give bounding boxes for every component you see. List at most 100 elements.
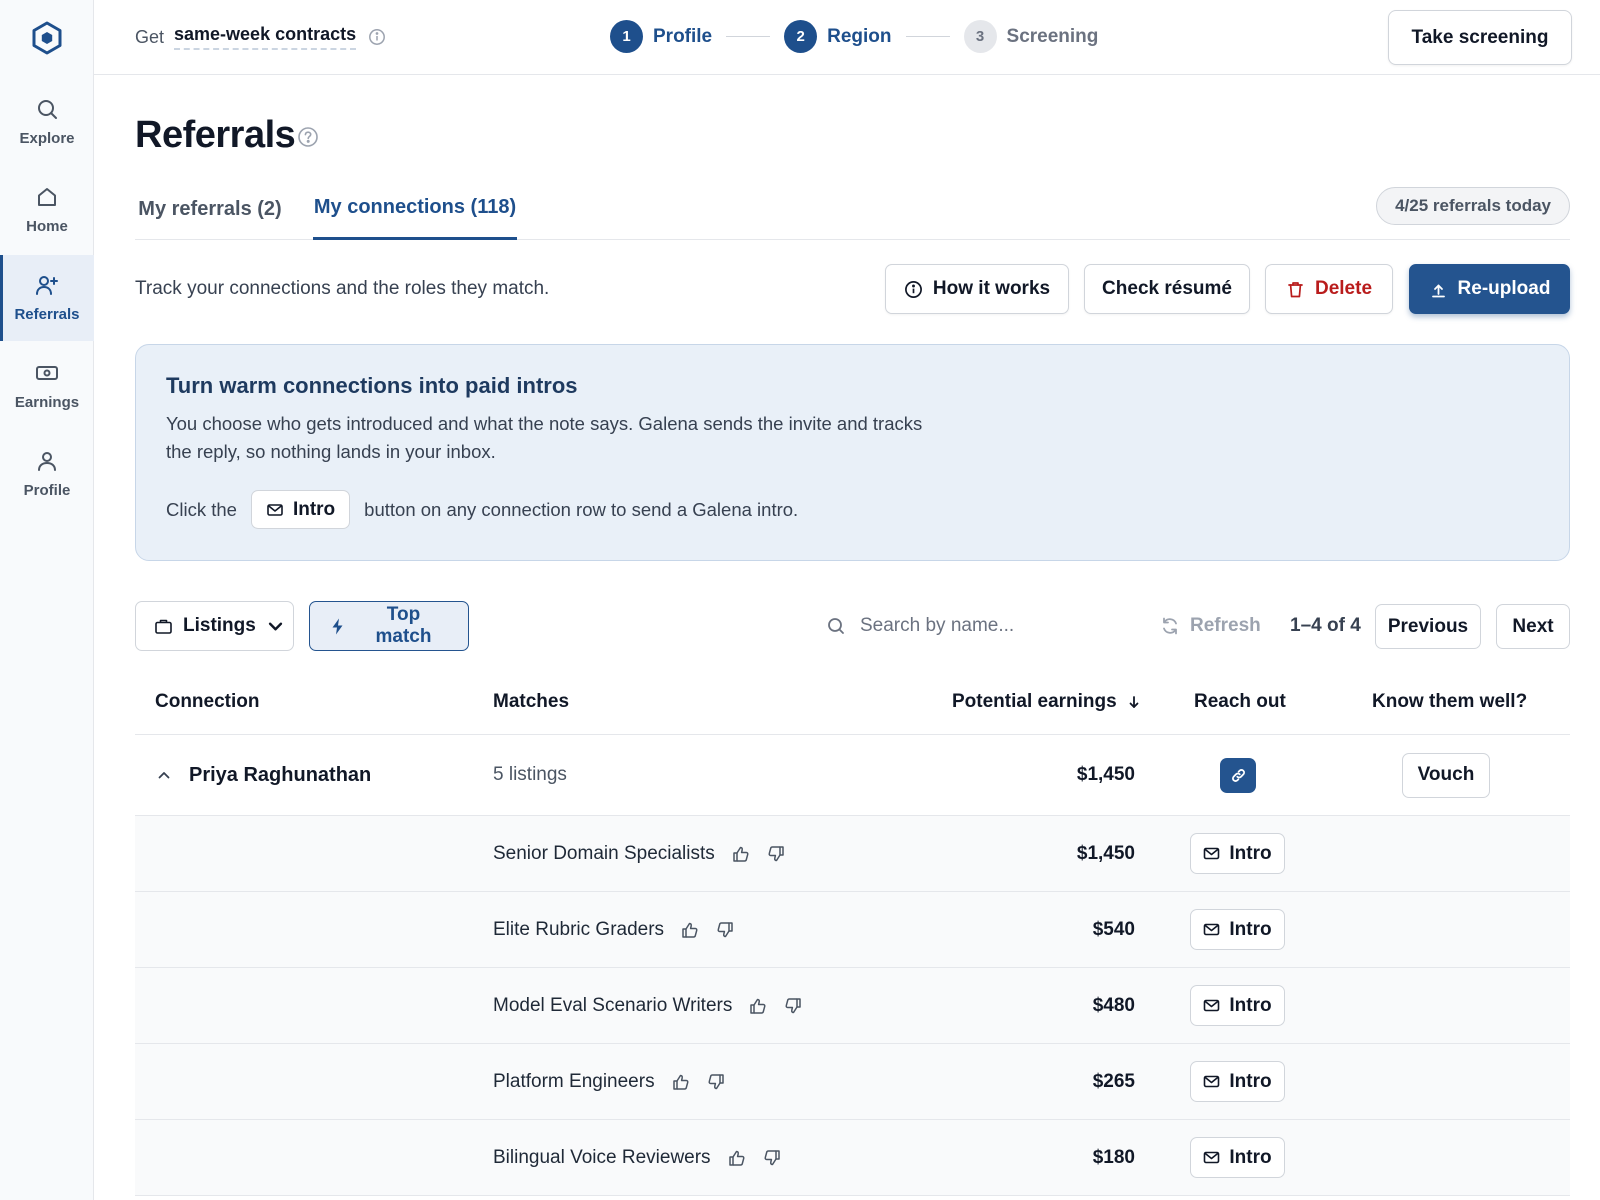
thumbs-down-icon[interactable] bbox=[767, 845, 785, 863]
connection-name[interactable]: Priya Raghunathan bbox=[189, 764, 371, 787]
hexagon-logo-icon[interactable] bbox=[30, 21, 64, 55]
mail-icon bbox=[1203, 921, 1220, 938]
thumbs-down-icon[interactable] bbox=[707, 1073, 725, 1091]
nav-label: Referrals bbox=[14, 306, 80, 323]
previous-page-button[interactable]: Previous bbox=[1375, 604, 1481, 649]
nav-label: Profile bbox=[23, 482, 71, 499]
listing-title: Model Eval Scenario Writers bbox=[493, 994, 733, 1016]
help-circle-icon[interactable] bbox=[297, 126, 319, 148]
step-number: 2 bbox=[784, 20, 818, 53]
step-connector bbox=[905, 36, 950, 37]
toggle-label: Top match bbox=[375, 604, 432, 647]
onboarding-stepper: 1 Profile 2 Region 3 Screening bbox=[610, 20, 1098, 53]
table-row: Platform Engineers $265 Intro bbox=[135, 1044, 1570, 1120]
thumbs-down-icon[interactable] bbox=[763, 1149, 781, 1167]
step-region[interactable]: 2 Region bbox=[784, 20, 892, 53]
potential-earnings: $1,450 bbox=[1076, 842, 1135, 864]
lightning-icon bbox=[328, 617, 347, 636]
mail-icon bbox=[1203, 845, 1220, 862]
reach-out-cell bbox=[1220, 735, 1256, 815]
user-icon bbox=[35, 449, 59, 473]
top-match-toggle[interactable]: Top match bbox=[309, 601, 469, 651]
listing-cell: Senior Domain Specialists bbox=[493, 816, 785, 891]
tab-my-connections[interactable]: My connections (118) bbox=[313, 178, 517, 240]
delete-button[interactable]: Delete bbox=[1265, 264, 1393, 314]
instruction-suffix: button on any connection row to send a G… bbox=[364, 498, 799, 520]
button-label: Re-upload bbox=[1457, 278, 1551, 299]
table-row: Senior Domain Specialists $1,450 Intro bbox=[135, 816, 1570, 892]
intro-button[interactable]: Intro bbox=[1190, 985, 1285, 1026]
briefcase-icon bbox=[154, 617, 173, 636]
potential-earnings: $480 bbox=[1092, 994, 1135, 1016]
connection-cell: Priya Raghunathan bbox=[156, 735, 371, 815]
listing-title: Platform Engineers bbox=[493, 1070, 655, 1092]
home-icon bbox=[35, 185, 59, 209]
intro-button[interactable]: Intro bbox=[1190, 1137, 1285, 1178]
next-page-button[interactable]: Next bbox=[1496, 604, 1570, 649]
banner-title: Turn warm connections into paid intros bbox=[166, 373, 578, 398]
refresh-button[interactable]: Refresh bbox=[1160, 601, 1261, 651]
intro-button[interactable]: Intro bbox=[1190, 1061, 1285, 1102]
take-screening-button[interactable]: Take screening bbox=[1388, 10, 1572, 65]
intro-button[interactable]: Intro bbox=[1190, 909, 1285, 950]
button-label: Intro bbox=[1229, 1146, 1272, 1168]
step-label: Screening bbox=[1006, 25, 1099, 47]
sidebar: Explore Home Referrals Earnings Profile bbox=[0, 0, 94, 1200]
info-icon bbox=[904, 280, 923, 299]
button-label: Delete bbox=[1314, 278, 1373, 299]
banner-instruction: Click the Intro button on any connection… bbox=[166, 490, 798, 529]
nav-item-profile[interactable]: Profile bbox=[0, 431, 94, 517]
potential-earnings: $180 bbox=[1092, 1146, 1135, 1168]
reach-out-cell: Intro bbox=[1190, 816, 1285, 891]
nav-item-earnings[interactable]: Earnings bbox=[0, 343, 94, 429]
column-connection[interactable]: Connection bbox=[155, 669, 260, 735]
thumbs-up-icon[interactable] bbox=[672, 1073, 690, 1091]
table-row: Elite Rubric Graders $540 Intro bbox=[135, 892, 1570, 968]
step-label: Profile bbox=[653, 25, 713, 47]
page-subtitle: Track your connections and the roles the… bbox=[135, 278, 550, 299]
thumbs-up-icon[interactable] bbox=[728, 1149, 746, 1167]
promo-highlight[interactable]: same-week contracts bbox=[174, 24, 357, 50]
mail-icon bbox=[1203, 997, 1220, 1014]
thumbs-up-icon[interactable] bbox=[681, 921, 699, 939]
check-resume-button[interactable]: Check résumé bbox=[1084, 264, 1250, 314]
nav-item-explore[interactable]: Explore bbox=[0, 79, 94, 165]
chevron-up-icon[interactable] bbox=[156, 767, 172, 783]
listings-filter-dropdown[interactable]: Listings bbox=[135, 601, 294, 651]
step-label: Region bbox=[827, 25, 892, 47]
referral-tabs: My referrals (2) My connections (118) 4/… bbox=[135, 178, 1570, 240]
column-potential-earnings[interactable]: Potential earnings bbox=[952, 669, 1141, 735]
step-number: 1 bbox=[610, 20, 643, 53]
vouch-button[interactable]: Vouch bbox=[1402, 752, 1490, 798]
thumbs-up-icon[interactable] bbox=[749, 997, 767, 1015]
how-it-works-button[interactable]: How it works bbox=[885, 264, 1069, 314]
mail-icon bbox=[1203, 1073, 1220, 1090]
potential-earnings: $265 bbox=[1092, 1070, 1135, 1092]
tab-my-referrals[interactable]: My referrals (2) bbox=[135, 178, 285, 240]
nav-item-referrals[interactable]: Referrals bbox=[0, 255, 94, 341]
arrow-down-icon bbox=[1117, 695, 1141, 709]
button-label: Intro bbox=[1229, 918, 1272, 940]
listing-cell: Model Eval Scenario Writers bbox=[493, 968, 802, 1043]
chevron-down-icon bbox=[266, 617, 285, 636]
search-box bbox=[826, 601, 1126, 651]
nav-item-home[interactable]: Home bbox=[0, 167, 94, 253]
re-upload-button[interactable]: Re-upload bbox=[1409, 264, 1570, 314]
intro-button[interactable]: Intro bbox=[1190, 833, 1285, 874]
daily-quota-badge: 4/25 referrals today bbox=[1376, 187, 1570, 225]
reach-out-cell: Intro bbox=[1190, 968, 1285, 1043]
reach-out-cell: Intro bbox=[1190, 1120, 1285, 1195]
step-screening[interactable]: 3 Screening bbox=[963, 20, 1099, 53]
banner-body: You choose who gets introduced and what … bbox=[166, 413, 923, 462]
column-matches[interactable]: Matches bbox=[493, 669, 569, 735]
user-plus-icon bbox=[35, 273, 59, 297]
thumbs-up-icon[interactable] bbox=[732, 845, 750, 863]
reach-out-cell: Intro bbox=[1190, 1044, 1285, 1119]
thumbs-down-icon[interactable] bbox=[784, 997, 802, 1015]
info-icon[interactable] bbox=[368, 28, 386, 46]
potential-earnings: $540 bbox=[1092, 918, 1135, 940]
step-profile[interactable]: 1 Profile bbox=[610, 20, 712, 53]
thumbs-down-icon[interactable] bbox=[716, 921, 734, 939]
copy-link-button[interactable] bbox=[1220, 757, 1256, 793]
search-input[interactable] bbox=[860, 615, 1110, 637]
